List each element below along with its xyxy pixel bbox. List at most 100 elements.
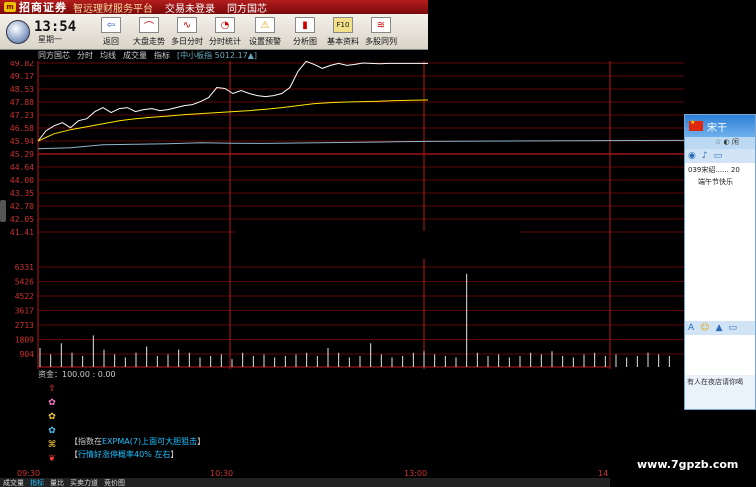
warning-icon: ⚠ xyxy=(255,17,275,33)
tab-intraday[interactable]: 分时 xyxy=(77,50,93,61)
basic-info-button[interactable]: F10 基本资料 xyxy=(324,14,362,50)
tick-stats-button[interactable]: ◔ 分时统计 xyxy=(206,14,244,50)
analysis-chart-button[interactable]: ▮ 分析图 xyxy=(286,14,324,50)
signal-flower-icon[interactable]: ✿ xyxy=(40,396,64,410)
tab-buy-sell-force[interactable]: 买卖力道 xyxy=(70,478,98,487)
index-quote: [中小板指 5012.17▲] xyxy=(177,51,258,60)
chat-call-toolbar: ◉ ♪ ▭ xyxy=(685,149,755,163)
tip-limit-up: 【行情好涨停概率40% 左右】 xyxy=(70,450,179,459)
price-series-line xyxy=(37,140,429,150)
chat-window[interactable]: 宋干 ☆ ◐ 闲 ◉ ♪ ▭ 039宋绍...... 20 端午节快乐 A ☺ … xyxy=(684,114,756,410)
set-alert-button[interactable]: ⚠ 设置预警 xyxy=(244,14,286,50)
clock-day: 星期一 xyxy=(38,34,62,44)
market-trend-icon: ⌒ xyxy=(139,17,159,33)
signal-flower-icon[interactable]: ✿ xyxy=(40,424,64,438)
price-series-line xyxy=(37,99,429,142)
time-tick: 13:00 xyxy=(404,469,428,478)
back-arrow-icon: ⇦ xyxy=(101,17,121,33)
signal-flower-icon[interactable]: ✿ xyxy=(40,410,64,424)
screen-icon[interactable]: ▭ xyxy=(714,151,723,161)
tab-average[interactable]: 均线 xyxy=(100,50,116,61)
multi-stock-button[interactable]: ≋ 多股同列 xyxy=(362,14,400,50)
clock-time: 13:54 xyxy=(34,18,77,35)
price-tick-label: 44.00 xyxy=(10,176,34,185)
pie-icon: ◔ xyxy=(215,17,235,33)
chat-contact-status: ☆ ◐ 闲 xyxy=(685,137,755,149)
brand-slogan: 智远理财服务平台 xyxy=(73,3,153,15)
font-icon[interactable]: A xyxy=(688,323,694,333)
emoji-icon[interactable]: ☺ xyxy=(700,323,709,333)
signal-leaf-icon[interactable]: ❦ xyxy=(40,452,64,466)
volume-tick-label: 4522 xyxy=(15,292,34,301)
price-tick-label: 42.70 xyxy=(10,202,34,211)
volume-bars xyxy=(39,273,670,367)
overlay-black-box xyxy=(235,231,520,259)
signal-icons: ⇧ ✿ ✿ ✿ ⌘ ❦ xyxy=(40,382,64,466)
tab-volume[interactable]: 成交量 xyxy=(123,50,147,61)
trade-login-status[interactable]: 交易未登录 xyxy=(165,0,215,15)
volume-tick-label: 3617 xyxy=(15,307,34,316)
signal-butterfly-icon[interactable]: ⌘ xyxy=(40,438,64,452)
price-tick-label: 46.58 xyxy=(10,124,34,133)
chart-grid xyxy=(37,61,684,369)
volume-tick-label: 904 xyxy=(20,350,35,359)
volume-tick-label: 5426 xyxy=(15,278,34,287)
price-tick-label: 45.29 xyxy=(10,150,34,159)
time-tick: 14 xyxy=(598,469,609,478)
shake-icon[interactable]: ▲ xyxy=(716,323,723,333)
chat-messages: 039宋绍...... 20 端午节快乐 xyxy=(685,163,755,321)
time-tick: 10:30 xyxy=(210,469,234,478)
back-button[interactable]: ⇦ 返回 xyxy=(92,14,130,50)
title-bar: m 招商证券 智远理财服务平台 交易未登录 同方国芯 xyxy=(0,0,428,15)
tip-expma: 【指数在EXPMA(7)上面可大胆狙击】 xyxy=(70,437,206,446)
chat-message-header: 039宋绍...... 20 xyxy=(688,166,740,174)
price-tick-label: 48.53 xyxy=(10,85,34,94)
price-tick-label: 45.94 xyxy=(10,137,34,146)
panel-collapse-handle[interactable] xyxy=(0,200,6,222)
screenshot-icon[interactable]: ▭ xyxy=(728,323,737,333)
price-lines xyxy=(37,61,684,150)
price-axis: 49.82 49.17 48.53 47.88 47.23 46.58 45.94 45.29… xyxy=(10,61,34,237)
chat-input-toolbar: A ☺ ▲ ▭ xyxy=(685,321,755,335)
clock-globe-icon xyxy=(6,20,30,44)
watermark: www.7gpzb.com xyxy=(637,458,739,471)
china-flag-icon xyxy=(689,119,703,131)
brand-name: 招商证券 xyxy=(19,1,67,14)
chat-input[interactable] xyxy=(685,335,755,375)
chat-contact-name: 宋干 xyxy=(707,122,727,134)
clock: 13:54 星期一 xyxy=(0,14,92,50)
tab-auction[interactable]: 竞价图 xyxy=(104,478,125,487)
mic-icon[interactable]: ♪ xyxy=(702,151,708,161)
multi-day-button[interactable]: ∿ 多日分时 xyxy=(168,14,206,50)
market-trend-button[interactable]: ⌒ 大盘走势 xyxy=(130,14,168,50)
volume-tick-label: 6331 xyxy=(15,263,34,272)
chart-header: 同方国芯 分时 均线 成交量 指标 [中小板指 5012.17▲] xyxy=(38,50,428,61)
price-tick-label: 41.41 xyxy=(10,228,34,237)
price-tick-label: 43.35 xyxy=(10,189,34,198)
tab-volume-bottom[interactable]: 成交量 xyxy=(3,478,24,487)
f10-icon: F10 xyxy=(333,17,353,33)
main-toolbar: 13:54 星期一 ⇦ 返回 ⌒ 大盘走势 ∿ 多日分时 ◔ 分时统计 ⚠ 设置预警 ▮ 分… xyxy=(0,14,428,50)
tab-volume-ratio[interactable]: 量比 xyxy=(50,478,64,487)
multi-stock-icon: ≋ xyxy=(371,17,391,33)
volume-tick-label: 1809 xyxy=(15,336,34,345)
bottom-tabs: 成交量 指标 量比 买卖力道 竞价图 xyxy=(0,478,610,487)
signal-up-icon[interactable]: ⇧ xyxy=(40,382,64,396)
volume-axis: 6331 5426 4522 3617 2713 1809 904 xyxy=(15,263,34,359)
price-tick-label: 44.64 xyxy=(10,163,34,172)
chat-status-text: 有人在夜店请你喝 xyxy=(687,378,743,386)
multi-day-icon: ∿ xyxy=(177,17,197,33)
current-stock-name: 同方国芯 xyxy=(227,3,267,15)
chat-message-text: 端午节快乐 xyxy=(698,178,733,186)
volume-tick-label: 2713 xyxy=(15,321,34,330)
video-icon[interactable]: ◉ xyxy=(688,151,696,161)
price-tick-label: 47.88 xyxy=(10,98,34,107)
intraday-chart[interactable]: 49.82 49.17 48.53 47.88 47.23 46.58 45.94 45.29… xyxy=(0,61,684,369)
chat-header[interactable]: 宋干 xyxy=(685,115,755,137)
price-tick-label: 49.82 xyxy=(10,61,34,68)
fund-readout: 资金：100.00 : 0.00 xyxy=(38,370,116,379)
tab-indicator[interactable]: 指标 xyxy=(154,50,170,61)
price-tick-label: 42.05 xyxy=(10,215,34,224)
tab-indicator-bottom[interactable]: 指标 xyxy=(30,478,44,487)
brand-logo-icon: m xyxy=(4,2,16,12)
